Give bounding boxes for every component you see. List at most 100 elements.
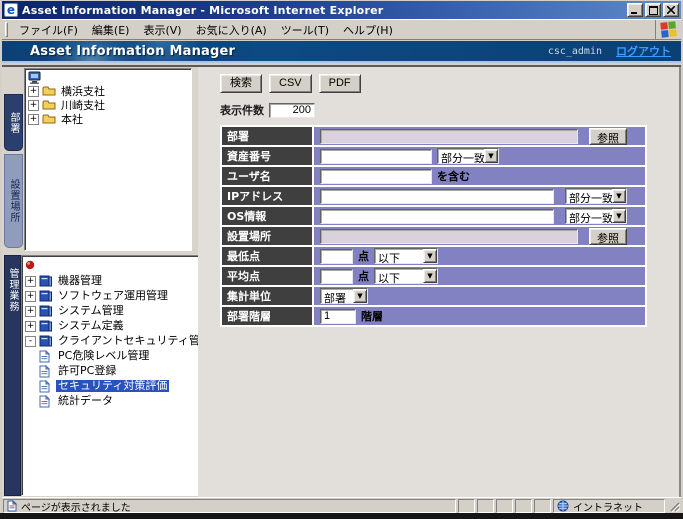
form-row-user-name: ユーザ名 を含む xyxy=(222,167,645,185)
display-count-input[interactable] xyxy=(269,103,315,118)
avg-score-condition-select[interactable]: 以下 ▼ xyxy=(374,268,438,284)
min-score-input[interactable] xyxy=(320,249,353,264)
menu-favorites[interactable]: お気に入り(A) xyxy=(189,20,274,40)
form-row-os-info: OS情報 部分一致 ▼ xyxy=(222,207,645,225)
app-header: Asset Information Manager csc_admin ログアウ… xyxy=(2,41,681,63)
tree-item[interactable]: PC危険レベル管理 xyxy=(39,349,213,363)
chevron-down-icon[interactable]: ▼ xyxy=(484,149,498,163)
tree-item-selected[interactable]: セキュリティ対策評価 xyxy=(39,379,213,393)
display-count-label: 表示件数 xyxy=(220,102,264,118)
close-button[interactable] xyxy=(663,3,679,17)
maximize-button[interactable] xyxy=(645,3,661,17)
tree-item[interactable]: + 川崎支社 xyxy=(28,99,191,112)
department-panel: 部署 設置場所 + xyxy=(2,67,194,251)
tree-item[interactable]: + 本社 xyxy=(28,113,191,126)
status-pane xyxy=(534,499,551,513)
logout-link[interactable]: ログアウト xyxy=(616,43,671,59)
min-score-condition-select[interactable]: 以下 ▼ xyxy=(374,248,438,264)
tree-item[interactable]: 統計データ xyxy=(39,394,213,408)
browser-window: e Asset Information Manager - Microsoft … xyxy=(0,0,683,519)
points-label: 点 xyxy=(358,268,369,284)
tree-item[interactable]: + システム管理 xyxy=(25,304,213,318)
logged-in-user: csc_admin xyxy=(548,46,602,57)
menu-help[interactable]: ヘルプ(H) xyxy=(336,20,400,40)
page-icon xyxy=(7,500,17,512)
ip-address-input[interactable] xyxy=(320,189,554,204)
asset-number-match-select[interactable]: 部分一致 ▼ xyxy=(437,148,499,164)
department-input xyxy=(320,129,578,144)
asset-number-input[interactable] xyxy=(320,149,432,164)
folder-icon xyxy=(42,99,56,112)
tree-item[interactable]: + 機器管理 xyxy=(25,274,213,288)
folder-icon xyxy=(42,113,56,126)
tree-item[interactable]: + システム定義 xyxy=(25,319,213,333)
menu-view[interactable]: 表示(V) xyxy=(136,20,188,40)
folder-icon xyxy=(42,85,56,98)
search-button[interactable]: 検索 xyxy=(220,74,262,93)
status-message: ページが表示されました xyxy=(21,499,131,514)
book-icon xyxy=(39,290,53,303)
form-row-ip-address: IPアドレス 部分一致 ▼ xyxy=(222,187,645,205)
tab-department[interactable]: 部署 xyxy=(4,94,23,151)
user-name-input[interactable] xyxy=(320,169,432,184)
expand-icon[interactable]: + xyxy=(25,291,36,302)
tree-item[interactable]: + 横浜支社 xyxy=(28,85,191,98)
menu-file[interactable]: ファイル(F) xyxy=(12,20,85,40)
minimize-button[interactable] xyxy=(627,3,643,17)
os-match-select[interactable]: 部分一致 ▼ xyxy=(565,208,627,224)
tree-item[interactable]: + ソフトウェア運用管理 xyxy=(25,289,213,303)
page-icon xyxy=(39,350,53,363)
points-label: 点 xyxy=(358,248,369,264)
window-title: Asset Information Manager - Microsoft In… xyxy=(22,4,625,17)
csv-button[interactable]: CSV xyxy=(269,74,312,93)
collapse-icon[interactable]: - xyxy=(25,336,36,347)
search-form: 部署 参照 資産番号 部分一致 ▼ xyxy=(220,125,647,327)
aggregate-unit-select[interactable]: 部署 ▼ xyxy=(320,288,368,304)
department-tier-input[interactable] xyxy=(320,309,356,324)
department-browse-button[interactable]: 参照 xyxy=(589,128,627,145)
form-toolbar: 検索 CSV PDF xyxy=(220,74,679,93)
expand-icon[interactable]: + xyxy=(25,276,36,287)
menu-tools[interactable]: ツール(T) xyxy=(274,20,336,40)
chevron-down-icon[interactable]: ▼ xyxy=(353,289,367,303)
page-icon xyxy=(39,380,53,393)
resize-grip[interactable] xyxy=(667,499,680,512)
ip-match-select[interactable]: 部分一致 ▼ xyxy=(565,188,627,204)
form-row-department-tier: 部署階層 階層 xyxy=(222,307,645,325)
expand-icon[interactable]: + xyxy=(28,114,39,125)
location-input xyxy=(320,229,578,244)
book-icon xyxy=(39,275,53,288)
expand-icon[interactable]: + xyxy=(25,306,36,317)
expand-icon[interactable]: + xyxy=(28,100,39,111)
expand-icon[interactable]: + xyxy=(28,86,39,97)
chevron-down-icon[interactable]: ▼ xyxy=(423,249,437,263)
status-bar: ページが表示されました イントラネット xyxy=(2,497,681,513)
chevron-down-icon[interactable]: ▼ xyxy=(612,209,626,223)
avg-score-input[interactable] xyxy=(320,269,353,284)
tab-location[interactable]: 設置場所 xyxy=(4,154,23,248)
tree-root-computer[interactable] xyxy=(28,71,191,84)
toolbar-grip[interactable] xyxy=(5,22,8,37)
menu-edit[interactable]: 編集(E) xyxy=(85,20,137,40)
expand-icon[interactable]: + xyxy=(25,321,36,332)
os-info-input[interactable] xyxy=(320,209,554,224)
location-browse-button[interactable]: 参照 xyxy=(589,228,627,245)
tab-admin-tasks[interactable]: 管理業務 xyxy=(4,255,21,496)
app-title: Asset Information Manager xyxy=(30,44,548,59)
window-bottom-edge xyxy=(0,513,683,519)
tree-item[interactable]: 許可PC登録 xyxy=(39,364,213,378)
tree-item[interactable]: - クライアントセキュリティ管理 xyxy=(25,334,213,348)
computer-icon xyxy=(28,71,42,84)
form-row-department: 部署 参照 xyxy=(222,127,645,145)
menu-bar: ファイル(F) 編集(E) 表示(V) お気に入り(A) ツール(T) ヘルプ(… xyxy=(2,19,681,40)
pdf-button[interactable]: PDF xyxy=(319,74,361,93)
title-bar: e Asset Information Manager - Microsoft … xyxy=(2,1,681,19)
book-icon xyxy=(39,335,53,348)
tree-root-ball[interactable] xyxy=(25,259,213,273)
form-row-location: 設置場所 参照 xyxy=(222,227,645,245)
chevron-down-icon[interactable]: ▼ xyxy=(612,189,626,203)
chevron-down-icon[interactable]: ▼ xyxy=(423,269,437,283)
security-zone-label: イントラネット xyxy=(573,499,643,514)
page-icon xyxy=(39,365,53,378)
book-icon xyxy=(39,320,53,333)
